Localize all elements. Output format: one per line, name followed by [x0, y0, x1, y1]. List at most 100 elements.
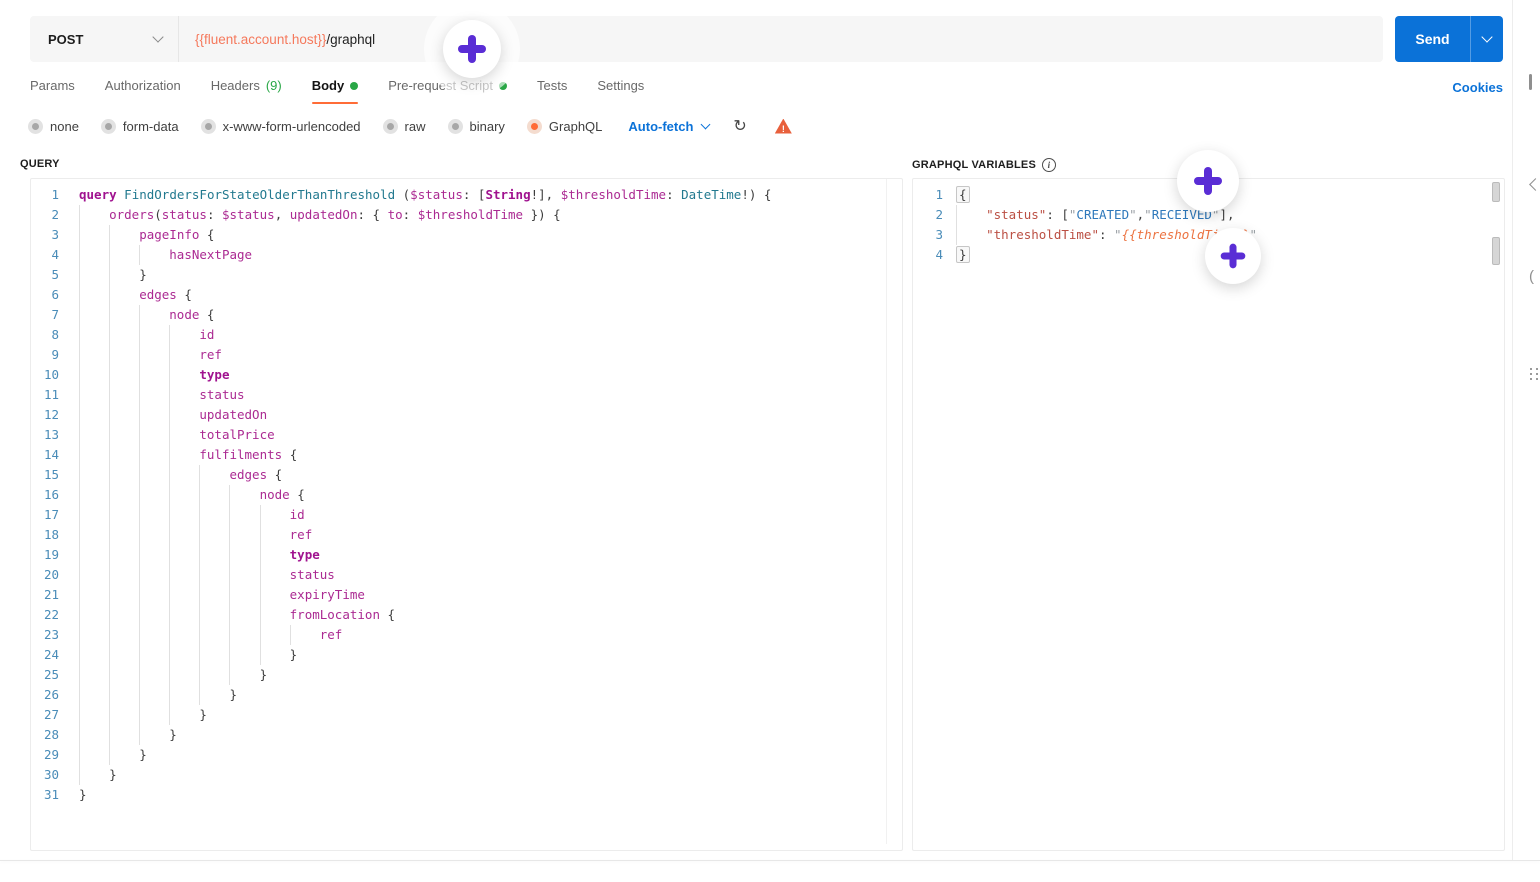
cookies-link[interactable]: Cookies [1452, 80, 1503, 95]
indent-guide [139, 545, 169, 565]
scrollbar-thumb[interactable] [1492, 237, 1500, 265]
indent-guide [79, 705, 109, 725]
fold-marker[interactable]: { [956, 186, 970, 203]
indent-guide [109, 325, 139, 345]
query-line-number: 3 [51, 227, 59, 242]
code-token: edges [229, 467, 268, 482]
plus-icon [458, 35, 486, 63]
indent-guide [229, 545, 259, 565]
tab-tests[interactable]: Tests [537, 78, 567, 104]
indent-guide [139, 485, 169, 505]
indent-guide [199, 485, 229, 505]
info-icon[interactable]: i [1042, 158, 1057, 172]
indent-guide [109, 425, 139, 445]
query-code-area[interactable]: query FindOrdersForStateOlderThanThresho… [79, 185, 771, 805]
code-token: FindOrdersForStateOlderThanThreshold [124, 187, 396, 202]
floating-add-button-top[interactable] [443, 20, 501, 78]
request-url-bar: POST {{fluent.account.host}}/graphql [30, 16, 1383, 62]
code-token: fromLocation [289, 607, 380, 622]
body-type-label: none [50, 118, 79, 134]
tab-settings[interactable]: Settings [597, 78, 644, 104]
send-button[interactable]: Send [1395, 16, 1471, 62]
query-line-number: 7 [51, 307, 59, 322]
body-type-raw[interactable]: raw [382, 118, 426, 134]
body-type-graphql[interactable]: GraphQL [526, 118, 602, 134]
query-line-number: 25 [43, 667, 59, 682]
indent-guide [259, 645, 290, 665]
query-line-number: 9 [51, 347, 59, 362]
warning-icon[interactable] [774, 118, 792, 134]
code-token: } [139, 267, 147, 282]
code-token: } [229, 687, 237, 702]
graphql-variables-editor[interactable]: 1234 {"status": ["CREATED","RECEIVED"], "… [912, 178, 1505, 851]
scrollbar-thumb[interactable] [1492, 182, 1500, 202]
indent-guide [199, 565, 229, 585]
code-token: fulfilments [199, 447, 283, 462]
indent-guide [139, 305, 169, 325]
variables-line-number: 1 [935, 187, 943, 202]
send-options-button[interactable] [1471, 16, 1503, 62]
indent-guide [79, 285, 109, 305]
query-line-number: 31 [43, 787, 59, 802]
tab-headers[interactable]: Headers (9) [211, 78, 282, 104]
code-token: ( [395, 187, 411, 202]
body-type-none[interactable]: none [28, 118, 79, 134]
code-token: : [ [462, 187, 486, 202]
indent-guide [79, 665, 109, 685]
body-type-label: form-data [122, 118, 179, 134]
send-button-group: Send [1395, 16, 1503, 62]
body-type-form-data[interactable]: form-data [100, 118, 179, 134]
query-line-number: 22 [43, 607, 59, 622]
floating-add-button-variables-lower[interactable] [1205, 228, 1261, 284]
query-line-number: 27 [43, 707, 59, 722]
body-type-x-www-form-urlencoded[interactable]: x-www-form-urlencoded [200, 118, 361, 134]
code-token: !) { [741, 187, 772, 202]
graphql-query-editor[interactable]: 1 2 3 4 5 6 7 8 9 10 11 12 13 14 15 16 17 18 19 20 21 22 23 24 2… [30, 178, 903, 851]
code-snippet-icon[interactable]: ( [1529, 268, 1534, 285]
tab-authorization[interactable]: Authorization [105, 78, 181, 104]
url-input[interactable]: {{fluent.account.host}}/graphql [178, 16, 1383, 62]
indent-guide [79, 645, 109, 665]
comments-icon[interactable] [1529, 178, 1540, 191]
variables-section-title: GRAPHQL VARIABLES i [912, 158, 1057, 172]
indent-guide [79, 625, 109, 645]
code-token: : [402, 207, 418, 222]
request-tabs: Params Authorization Headers (9) Body Pre-req… [30, 78, 644, 104]
indent-guide [139, 245, 169, 265]
indent-guide [199, 645, 229, 665]
radio-icon [447, 118, 463, 134]
documentation-icon[interactable] [1529, 74, 1532, 90]
tab-body[interactable]: Body [311, 78, 359, 104]
tab-params[interactable]: Params [30, 78, 75, 104]
query-code-line: expiryTime [79, 585, 771, 605]
indent-guide [229, 625, 259, 645]
code-token: " [1144, 207, 1152, 222]
tab-label: Body [311, 78, 345, 93]
indent-guide [229, 665, 259, 685]
indent-guide [139, 345, 169, 365]
query-line-number: 1 [51, 187, 59, 202]
indent-guide [109, 485, 139, 505]
code-token: : [666, 187, 682, 202]
indent-guide [109, 725, 139, 745]
indent-guide [199, 545, 229, 565]
indent-guide [259, 525, 290, 545]
indent-guide [79, 225, 109, 245]
code-token: { [199, 307, 215, 322]
indent-guide [109, 365, 139, 385]
grip-dots-icon[interactable] [1530, 368, 1532, 370]
floating-add-button-variables-upper[interactable] [1177, 150, 1239, 212]
indent-guide [229, 585, 259, 605]
query-code-line: node { [79, 485, 771, 505]
refresh-schema-icon[interactable]: ↻ [733, 118, 746, 134]
query-code-line: } [79, 725, 771, 745]
indent-guide [199, 505, 229, 525]
method-select[interactable]: POST [30, 16, 178, 62]
autofetch-button[interactable]: Auto-fetch [628, 119, 711, 134]
fold-marker[interactable]: } [956, 246, 970, 263]
url-environment-variable: {{fluent.account.host}} [195, 31, 327, 47]
query-code-line: type [79, 545, 771, 565]
indent-guide [109, 345, 139, 365]
code-token: } [199, 707, 207, 722]
body-type-binary[interactable]: binary [447, 118, 505, 134]
